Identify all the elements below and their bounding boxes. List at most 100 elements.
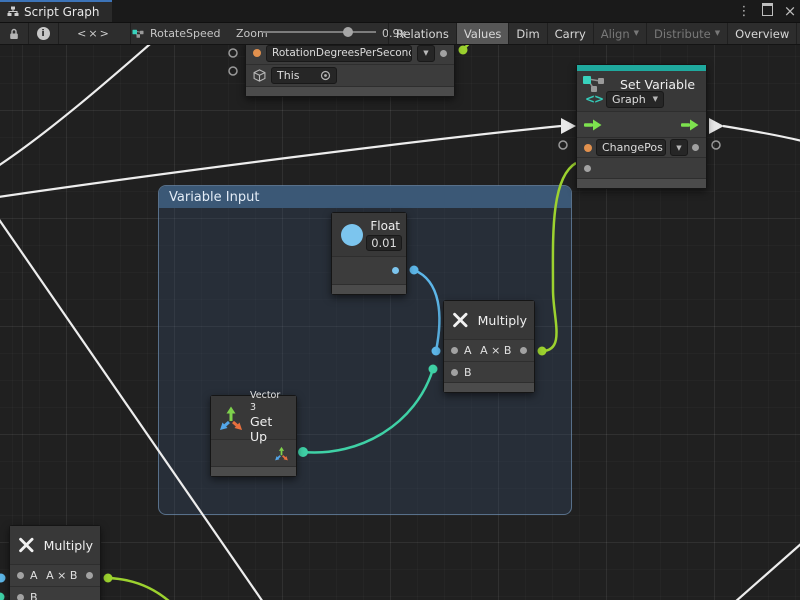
multiply-icon <box>17 532 36 558</box>
node-footer <box>444 383 534 392</box>
object-picker-icon[interactable] <box>320 70 331 81</box>
tab-script-graph[interactable]: Script Graph <box>0 0 112 22</box>
float-value-field[interactable]: 0.01 <box>366 235 402 251</box>
variable-name-dropdown[interactable]: ChangePos <box>596 139 666 156</box>
variable-port-icon[interactable] <box>584 144 592 152</box>
multiply-header: Multiply <box>10 526 100 564</box>
close-icon[interactable]: × <box>782 2 798 20</box>
vector3-output-port[interactable] <box>274 446 289 461</box>
multiply-row-a: A A × B <box>10 565 100 586</box>
code-view-button[interactable]: <×> <box>58 23 131 44</box>
variable-name: ChangePos <box>602 141 663 154</box>
zoom-slider-track[interactable] <box>262 31 376 33</box>
port-label-b: B <box>464 366 472 379</box>
port-label-out: A × B <box>46 569 77 582</box>
script-graph-window: Variable Input <box>0 0 800 600</box>
scope-label: Graph <box>612 93 646 106</box>
button-carry[interactable]: Carry <box>547 23 593 44</box>
gameobject-cube-icon <box>253 69 266 82</box>
node-set-variable[interactable]: Set Variable <> Graph ▼ ChangePos ▼ <box>576 64 707 189</box>
node-title: Get Up <box>250 414 289 445</box>
maximize-icon[interactable] <box>759 3 775 20</box>
float-output-row <box>332 257 406 284</box>
title-bar: Script Graph ⋮ × <box>0 0 800 22</box>
flow-output-port[interactable] <box>681 119 699 131</box>
multiply-row-b: B <box>444 362 534 382</box>
value-input-port[interactable] <box>584 165 591 172</box>
port-label-a: A <box>464 344 472 357</box>
dropdown-arrow-icon: ▼ <box>634 30 639 37</box>
zoom-label: Zoom <box>236 27 268 40</box>
lock-icon <box>9 28 19 40</box>
info-button[interactable]: i <box>28 23 59 44</box>
node-footer <box>332 285 406 294</box>
variable-name-dropdown[interactable]: RotationDegreesPerSecond <box>266 45 412 62</box>
button-relations[interactable]: Relations <box>388 23 456 44</box>
get-variable-target-row: This <box>246 65 454 86</box>
graph-variable-icon <box>132 27 145 40</box>
node-footer <box>211 467 296 476</box>
graph-toolbar: i <×> RotateSpeed Zoom 0.9x Relations Va… <box>0 22 800 45</box>
target-field[interactable]: This <box>271 67 337 84</box>
variable-port-icon[interactable] <box>253 49 261 57</box>
button-distribute[interactable]: Distribute▼ <box>646 23 727 44</box>
vector3-icon <box>218 405 244 431</box>
input-port-a[interactable] <box>451 347 458 354</box>
scope-dropdown[interactable]: Graph ▼ <box>606 91 664 108</box>
node-get-variable[interactable]: RotationDegreesPerSecond ▼ This <box>245 41 455 97</box>
info-icon: i <box>37 27 50 40</box>
node-footer <box>246 87 454 96</box>
port-label-a: A <box>30 569 38 582</box>
dropdown-arrow-icon: ▼ <box>653 96 658 103</box>
float-type-icon <box>341 224 363 246</box>
button-values[interactable]: Values <box>456 23 509 44</box>
graph-breadcrumb[interactable]: RotateSpeed <box>132 23 221 44</box>
button-align[interactable]: Align▼ <box>593 23 646 44</box>
dropdown-arrow-icon[interactable]: ▼ <box>670 139 688 156</box>
node-get-up[interactable]: Vector 3 Get Up <box>210 395 297 477</box>
dropdown-arrow-icon: ▼ <box>715 30 720 37</box>
float-header: Float 0.01 <box>332 213 406 256</box>
float-value: 0.01 <box>371 236 397 250</box>
code-view-icon: <×> <box>77 27 111 40</box>
output-port[interactable] <box>520 347 527 354</box>
value-output-port[interactable] <box>440 50 447 57</box>
group-title: Variable Input <box>169 190 259 205</box>
port-label-b: B <box>30 591 38 600</box>
variable-name: RotationDegreesPerSecond <box>272 47 412 59</box>
button-full-screen[interactable]: Full Screen <box>796 23 800 44</box>
float-output-port[interactable] <box>392 267 399 274</box>
zoom-slider-handle[interactable] <box>343 27 353 37</box>
value-output-port[interactable] <box>692 144 699 151</box>
multiply-icon <box>451 307 470 333</box>
kebab-menu-icon[interactable]: ⋮ <box>736 4 752 19</box>
group-header[interactable]: Variable Input <box>159 186 571 208</box>
set-variable-name-row: ChangePos ▼ <box>577 138 706 157</box>
multiply-header: Multiply <box>444 301 534 339</box>
kind-icon: <> <box>585 92 603 106</box>
get-variable-value-row: RotationDegreesPerSecond ▼ <box>246 42 454 64</box>
node-multiply-center[interactable]: Multiply A A × B B <box>443 300 535 393</box>
get-up-header: Vector 3 Get Up <box>211 396 296 439</box>
node-float[interactable]: Float 0.01 <box>331 212 407 295</box>
flow-input-port[interactable] <box>584 119 602 131</box>
tab-title: Script Graph <box>24 5 99 19</box>
flow-row <box>577 112 706 137</box>
lock-button[interactable] <box>0 23 29 44</box>
input-port-b[interactable] <box>17 594 24 600</box>
button-dim[interactable]: Dim <box>508 23 546 44</box>
output-port[interactable] <box>86 572 93 579</box>
dropdown-arrow-icon[interactable]: ▼ <box>417 45 435 62</box>
multiply-row-a: A A × B <box>444 340 534 361</box>
input-port-b[interactable] <box>451 369 458 376</box>
button-overview[interactable]: Overview <box>727 23 796 44</box>
node-title: Float <box>370 219 400 233</box>
view-buttons: Relations Values Dim Carry Align▼ Distri… <box>388 23 800 44</box>
graph-hierarchy-icon <box>7 6 19 18</box>
port-label-out: A × B <box>480 344 511 357</box>
input-port-a[interactable] <box>17 572 24 579</box>
multiply-row-b: B <box>10 587 100 600</box>
node-multiply-bottom[interactable]: Multiply A A × B B <box>9 525 101 600</box>
target-label: This <box>277 69 299 82</box>
set-variable-header: Set Variable <> Graph ▼ <box>577 71 706 111</box>
